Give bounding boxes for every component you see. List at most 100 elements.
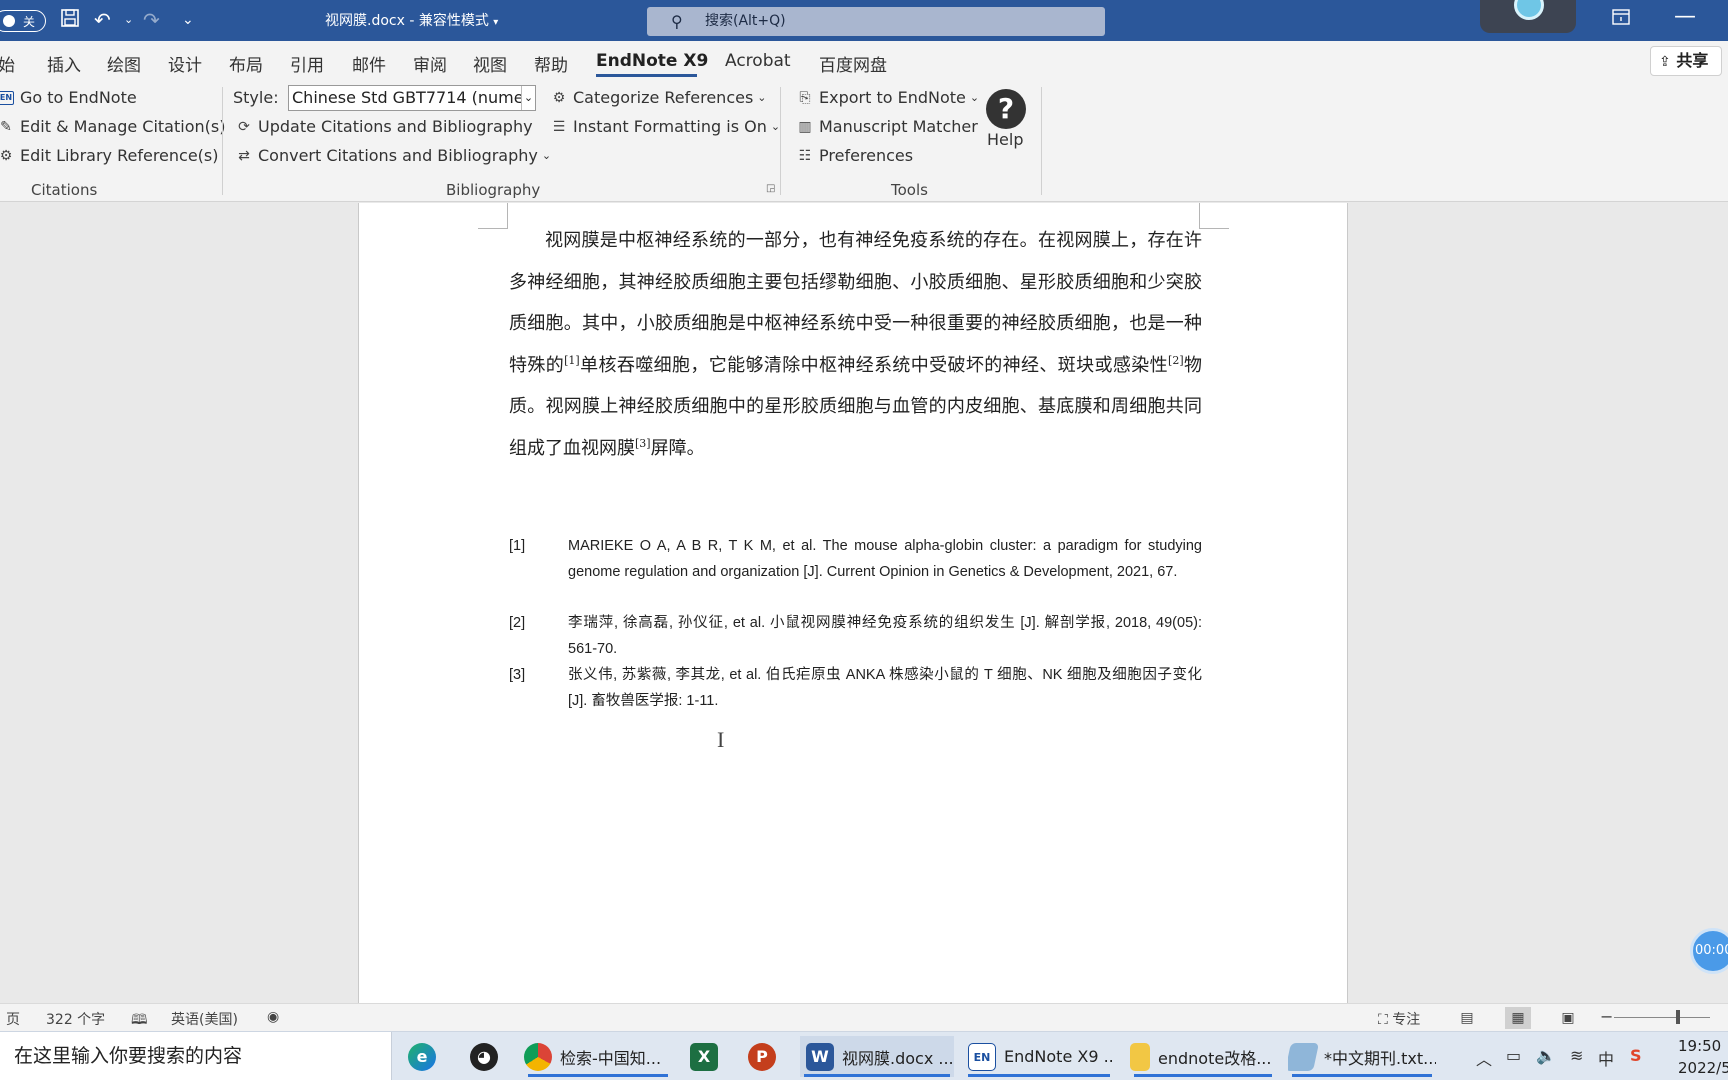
manuscript-matcher-button[interactable]: ▥ Manuscript Matcher — [797, 117, 977, 136]
tab-help[interactable]: 帮助 — [534, 51, 568, 76]
edge-icon: e — [408, 1042, 436, 1071]
clock-time: 19:50 — [1678, 1037, 1722, 1055]
tab-baidu-netdisk[interactable]: 百度网盘 — [819, 51, 887, 76]
read-mode-icon[interactable]: ▤ — [1454, 1007, 1480, 1029]
tab-mailings[interactable]: 邮件 — [352, 51, 386, 76]
autosave-label: 关 — [23, 14, 36, 29]
notepad-window-label: *中文期刊.txt... — [1324, 1048, 1436, 1068]
autosave-toggle[interactable]: 关 — [0, 10, 46, 32]
zoom-slider[interactable] — [1614, 1017, 1710, 1018]
save-icon[interactable] — [60, 8, 80, 33]
tab-review[interactable]: 审阅 — [413, 51, 447, 76]
search-box[interactable]: ⚲ 搜索(Alt+Q) — [647, 7, 1105, 36]
reference-entry[interactable]: [1] MARIEKE O A, A B R, T K M, et al. Th… — [509, 533, 1202, 585]
document-page[interactable]: 视网膜是中枢神经系统的一部分，也有神经免疫系统的存在。在视网膜上，存在许多神经细… — [358, 203, 1348, 1003]
tab-endnote[interactable]: EndNote X9 — [596, 51, 708, 71]
word-app-button[interactable]: W 视网膜.docx ... — [800, 1036, 954, 1077]
sogou-input-icon[interactable]: S — [1630, 1046, 1642, 1065]
undo-dropdown-icon[interactable]: ⌄ — [124, 8, 133, 32]
input-method-indicator[interactable]: 中 — [1598, 1046, 1614, 1070]
page-indicator[interactable]: 页 — [6, 1009, 20, 1029]
style-dropdown[interactable]: Chinese Std GBT7714 (numer... ⌄ — [288, 85, 536, 111]
proofing-icon[interactable]: 🕮 — [131, 1009, 148, 1033]
windows-taskbar: 在这里输入你要搜索的内容 e ◕ 检索-中国知... X P W 视网膜.doc… — [0, 1031, 1728, 1080]
update-citations-icon: ⟳ — [238, 118, 250, 135]
folder-window-label: endnote改格... — [1158, 1048, 1272, 1068]
share-icon: ⇪ — [1659, 54, 1671, 70]
tab-home[interactable]: 始 — [0, 51, 15, 76]
chevron-down-icon: ⌄ — [770, 120, 781, 133]
undo-icon[interactable]: ↶ — [94, 8, 111, 32]
zoom-slider-thumb[interactable] — [1676, 1010, 1680, 1024]
print-layout-icon[interactable]: ▦ — [1505, 1007, 1531, 1029]
reference-entry[interactable]: [3] 张义伟, 苏紫薇, 李其龙, et al. 伯氏疟原虫 ANKA 株感染… — [509, 662, 1202, 714]
word-count[interactable]: 322 个字 — [46, 1009, 105, 1029]
wifi-icon[interactable]: ≋ — [1570, 1046, 1583, 1065]
qq-app-button[interactable]: ◕ — [470, 1036, 510, 1077]
help-icon[interactable]: ? — [986, 89, 1026, 129]
tab-layout[interactable]: 布局 — [229, 51, 263, 76]
export-to-endnote-button[interactable]: ⎘ Export to EndNote ⌄ — [797, 88, 979, 107]
endnote-app-button[interactable]: EN EndNote X9 ... — [964, 1036, 1114, 1077]
share-button[interactable]: ⇪ 共享 — [1650, 46, 1722, 76]
preferences-button[interactable]: ☷ Preferences — [797, 146, 913, 165]
taskbar-search[interactable]: 在这里输入你要搜索的内容 — [0, 1032, 392, 1080]
tab-acrobat[interactable]: Acrobat — [725, 51, 791, 71]
tab-insert[interactable]: 插入 — [47, 51, 81, 76]
web-layout-icon[interactable]: ▣ — [1555, 1007, 1581, 1029]
citation-3[interactable]: [3] — [635, 437, 651, 450]
tab-references[interactable]: 引用 — [290, 51, 324, 76]
endnote-ribbon: EN Go to EndNote ✎ Edit & Manage Citatio… — [0, 79, 1728, 202]
body-paragraph[interactable]: 视网膜是中枢神经系统的一部分，也有神经免疫系统的存在。在视网膜上，存在许多神经细… — [509, 220, 1202, 469]
citation-1[interactable]: [1] — [564, 354, 580, 367]
show-hidden-icons-icon[interactable]: ︿ — [1476, 1046, 1492, 1070]
tab-draw[interactable]: 绘图 — [107, 51, 141, 76]
tools-group-label: Tools — [891, 181, 928, 199]
go-to-endnote-button[interactable]: EN Go to EndNote — [0, 88, 137, 107]
language-indicator[interactable]: 英语(美国) — [171, 1009, 238, 1029]
tab-view[interactable]: 视图 — [473, 51, 507, 76]
active-tab-indicator — [596, 74, 697, 77]
ribbon-display-options-icon[interactable] — [1612, 9, 1630, 30]
customize-toolbar-icon[interactable]: ⌄ — [182, 8, 194, 32]
endnote-window-label: EndNote X9 ... — [1004, 1047, 1114, 1066]
tab-design[interactable]: 设计 — [168, 51, 202, 76]
style-label: Style: — [233, 88, 279, 107]
title-dropdown-icon: ▾ — [493, 17, 499, 28]
citations-group-label: Citations — [31, 181, 98, 199]
title-bar: 关 ↶ ⌄ ↷ ⌄ 视网膜.docx - 兼容性模式 ▾ ⚲ 搜索(Alt+Q)… — [0, 0, 1728, 41]
avatar[interactable] — [1480, 0, 1576, 33]
redo-icon[interactable]: ↷ — [143, 8, 160, 32]
citation-2[interactable]: [2] — [1168, 354, 1184, 367]
reference-number: [3] — [509, 667, 526, 683]
recording-timer[interactable]: 00:00 — [1690, 928, 1728, 974]
zoom-out-icon[interactable]: − — [1600, 1007, 1613, 1026]
file-explorer-app-button[interactable]: endnote改格... — [1130, 1036, 1276, 1077]
minimize-icon[interactable]: — — [1674, 4, 1696, 29]
status-bar: 页 322 个字 🕮 英语(美国) ◉ ⛶ 专注 ▤ ▦ ▣ − — [0, 1003, 1728, 1031]
focus-mode-button[interactable]: ⛶ 专注 — [1378, 1009, 1420, 1029]
dialog-launcher-icon[interactable]: ◲ — [766, 183, 775, 194]
edit-manage-citations-button[interactable]: ✎ Edit & Manage Citation(s) — [0, 117, 225, 136]
chrome-app-button[interactable]: 检索-中国知... — [524, 1036, 672, 1077]
battery-icon[interactable]: ▭ — [1506, 1046, 1521, 1065]
document-title[interactable]: 视网膜.docx - 兼容性模式 ▾ — [325, 10, 498, 30]
volume-icon[interactable]: 🔈 — [1536, 1046, 1556, 1065]
group-divider — [1041, 87, 1042, 195]
convert-citations-button[interactable]: ⇄ Convert Citations and Bibliography ⌄ — [236, 146, 551, 165]
instant-formatting-button[interactable]: ☰ Instant Formatting is On ⌄ — [551, 117, 780, 136]
help-label[interactable]: Help — [987, 130, 1023, 149]
accessibility-icon[interactable]: ◉ — [267, 1009, 279, 1025]
edge-app-button[interactable]: e — [408, 1036, 448, 1077]
reference-number: [2] — [509, 615, 526, 631]
reference-entry[interactable]: [2] 李瑞萍, 徐高磊, 孙仪征, et al. 小鼠视网膜神经免疫系统的组织… — [509, 610, 1202, 662]
excel-app-button[interactable]: X — [690, 1036, 730, 1077]
powerpoint-app-button[interactable]: P — [748, 1036, 788, 1077]
update-citations-button[interactable]: ⟳ Update Citations and Bibliography — [236, 117, 533, 136]
categorize-references-button[interactable]: ⚙ Categorize References ⌄ — [551, 88, 767, 107]
clock[interactable]: 19:50 2022/5 — [1678, 1035, 1728, 1079]
update-citations-label: Update Citations and Bibliography — [258, 117, 533, 136]
chrome-window-label: 检索-中国知... — [560, 1048, 662, 1068]
edit-library-references-button[interactable]: ⚙ Edit Library Reference(s) — [0, 146, 219, 165]
notepad-app-button[interactable]: *中文期刊.txt... — [1288, 1036, 1436, 1077]
